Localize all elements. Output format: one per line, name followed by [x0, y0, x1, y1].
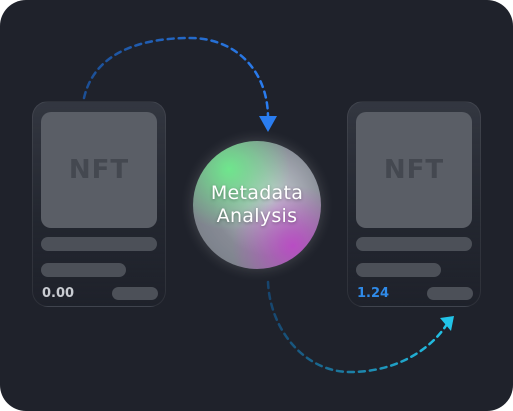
placeholder-pill	[427, 287, 473, 300]
source-nft-card: NFT 0.00	[32, 101, 166, 307]
orb-label-line1: Metadata	[210, 182, 304, 204]
metadata-analysis-orb: Metadata Analysis	[193, 141, 321, 269]
nft-price: 0.00	[42, 286, 75, 301]
nft-price: 1.24	[357, 286, 390, 301]
nft-thumbnail: NFT	[356, 112, 472, 228]
bottom-arrowhead	[440, 316, 454, 331]
top-arrowhead	[259, 116, 277, 132]
nft-thumbnail-label: NFT	[68, 155, 130, 185]
placeholder-line	[356, 237, 472, 251]
orb-label-line2: Analysis	[216, 205, 298, 227]
placeholder-line	[41, 237, 157, 251]
nft-thumbnail: NFT	[41, 112, 157, 228]
placeholder-line	[41, 263, 126, 277]
diagram-panel: NFT 0.00 Metadata Analysis NFT 1.24	[0, 0, 513, 411]
result-nft-card: NFT 1.24	[347, 101, 481, 307]
placeholder-pill	[112, 287, 158, 300]
placeholder-line	[356, 263, 441, 277]
nft-thumbnail-label: NFT	[383, 155, 445, 185]
